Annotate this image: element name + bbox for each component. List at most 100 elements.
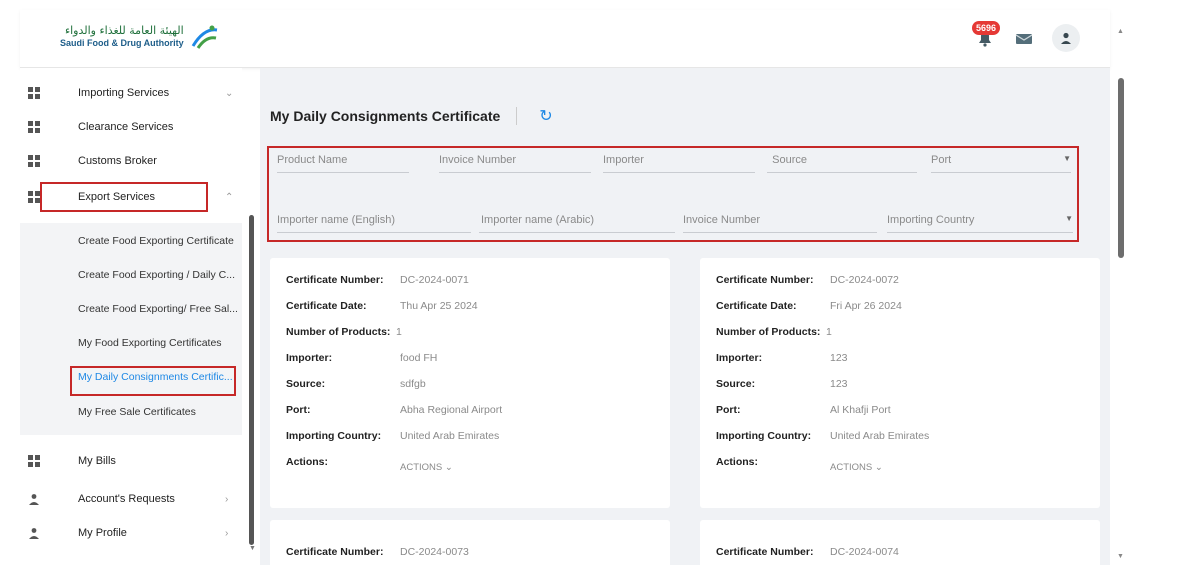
source-value: sdfgb [400,378,426,390]
actions-label: Actions: [716,456,758,468]
cert-number-value: DC-2024-0071 [400,274,469,286]
cert-number-row: Certificate Number: DC-2024-0073 [286,546,469,558]
highlight-box [40,182,208,212]
importing-country-select[interactable]: Importing Country ▼ [887,214,1073,233]
sidebar-item-label: Account's Requests [78,493,175,505]
cert-date-row: Certificate Date: Thu Apr 25 2024 [286,300,478,312]
sidebar-item-label: My Profile [78,527,127,539]
country-row: Importing Country: United Arab Emirates [286,430,499,442]
sidebar-item-my-bills[interactable]: My Bills [20,444,242,478]
port-label: Port: [286,404,311,416]
importer-value: 123 [830,352,848,364]
sidebar-item-label: My Bills [78,455,116,467]
sfda-logo[interactable]: الهيئة العامة للغذاء والدواء Saudi Food … [60,24,220,50]
product-name-field[interactable]: Product Name [277,154,409,173]
invoice-number-field-2[interactable]: Invoice Number [683,214,877,233]
source-label: Source: [716,378,756,390]
app-window: الهيئة العامة للغذاء والدواء Saudi Food … [20,10,1124,565]
cert-number-label: Certificate Number: [286,274,384,286]
grid-icon [28,121,40,133]
chevron-right-icon: › [225,527,229,539]
cert-number-value: DC-2024-0072 [830,274,899,286]
actions-row: Actions: ACTIONS ⌄ [716,456,883,473]
sidebar-item-clearance-services[interactable]: Clearance Services [20,110,242,144]
submenu-create-food-exporting-daily[interactable]: Create Food Exporting / Daily C... [78,269,235,281]
grid-icon [28,155,40,167]
port-value: Al Khafji Port [830,404,891,416]
sidebar-item-label: Importing Services [78,87,170,99]
importing-country-label: Importing Country [887,214,975,226]
importer-label: Importer: [286,352,333,364]
mail-icon[interactable] [1014,30,1034,46]
person-icon [29,528,39,539]
port-select-label: Port [931,154,952,166]
port-select[interactable]: Port ▼ [931,154,1071,173]
logo-text: الهيئة العامة للغذاء والدواء Saudi Food … [60,25,184,49]
chevron-right-icon: › [225,493,229,505]
submenu-my-free-sale-certificates[interactable]: My Free Sale Certificates [78,406,196,418]
num-products-row: Number of Products: 1 [716,326,832,338]
submenu-create-food-exporting-free-sale[interactable]: Create Food Exporting/ Free Sal... [78,303,238,315]
cert-date-label: Certificate Date: [286,300,367,312]
cert-number-label: Certificate Number: [716,274,814,286]
actions-row: Actions: ACTIONS ⌄ [286,456,453,473]
cert-number-row: Certificate Number: DC-2024-0072 [716,274,899,286]
certificate-card: Certificate Number: DC-2024-0071 Certific… [270,258,670,508]
country-row: Importing Country: United Arab Emirates [716,430,929,442]
importer-name-english-field[interactable]: Importer name (English) [277,214,471,233]
grid-icon [28,455,40,467]
num-products-value: 1 [396,326,402,338]
scroll-down-arrow-icon[interactable]: ▼ [1117,553,1124,560]
user-icon [1061,32,1071,44]
sidebar-item-my-profile[interactable]: My Profile › [20,516,242,550]
sidebar-item-importing-services[interactable]: Importing Services ⌄ [20,76,242,110]
main-scrollbar[interactable] [1118,78,1124,258]
port-row: Port: Abha Regional Airport [286,404,502,416]
num-products-row: Number of Products: 1 [286,326,402,338]
user-avatar-button[interactable] [1052,24,1080,52]
country-value: United Arab Emirates [830,430,930,442]
num-products-label: Number of Products: [286,326,391,338]
cert-date-value: Thu Apr 25 2024 [400,300,478,312]
cert-number-label: Certificate Number: [716,546,814,558]
export-services-submenu: Create Food Exporting Certificate Create… [20,223,242,435]
scroll-down-arrow-icon[interactable]: ▼ [249,545,256,552]
scroll-up-arrow-icon[interactable]: ▲ [1117,28,1124,35]
refresh-icon[interactable]: ↻ [539,106,552,126]
sidebar: Importing Services ⌄ Clearance Services … [20,68,242,565]
cert-number-row: Certificate Number: DC-2024-0071 [286,274,469,286]
importer-name-arabic-field[interactable]: Importer name (Arabic) [479,214,675,233]
logo-english: Saudi Food & Drug Authority [60,38,184,48]
logo-arabic: الهيئة العامة للغذاء والدواء [64,24,184,37]
country-label: Importing Country: [286,430,382,442]
source-field[interactable]: Source [767,154,917,173]
invoice-number-field[interactable]: Invoice Number [439,154,591,173]
cert-date-value: Fri Apr 26 2024 [830,300,902,312]
notifications-button[interactable]: 5696 [972,21,1001,49]
certificate-card: Certificate Number: DC-2024-0074 [700,520,1100,565]
cert-number-row: Certificate Number: DC-2024-0074 [716,546,899,558]
cert-number-label: Certificate Number: [286,546,384,558]
grid-icon [28,191,40,203]
importer-label: Importer: [716,352,763,364]
actions-button[interactable]: ACTIONS ⌄ [830,462,883,473]
page-title: My Daily Consignments Certificate [270,108,501,124]
sidebar-item-customs-broker[interactable]: Customs Broker [20,144,242,178]
sidebar-scrollbar[interactable] [249,215,254,545]
submenu-create-food-exporting-certificate[interactable]: Create Food Exporting Certificate [78,235,234,247]
importer-value: food FH [400,352,438,364]
num-products-value: 1 [826,326,832,338]
importer-field[interactable]: Importer [603,154,755,173]
source-row: Source: sdfgb [286,378,426,390]
divider [516,107,518,125]
actions-button[interactable]: ACTIONS ⌄ [400,462,453,473]
country-label: Importing Country: [716,430,812,442]
logo-mark-icon [191,25,217,49]
source-row: Source: 123 [716,378,848,390]
sidebar-item-accounts-requests[interactable]: Account's Requests › [20,482,242,516]
header-actions: 5696 [972,21,1080,52]
cert-number-value: DC-2024-0074 [830,546,899,558]
num-products-label: Number of Products: [716,326,821,338]
submenu-my-food-exporting-certificates[interactable]: My Food Exporting Certificates [78,337,222,349]
person-icon [29,494,39,505]
